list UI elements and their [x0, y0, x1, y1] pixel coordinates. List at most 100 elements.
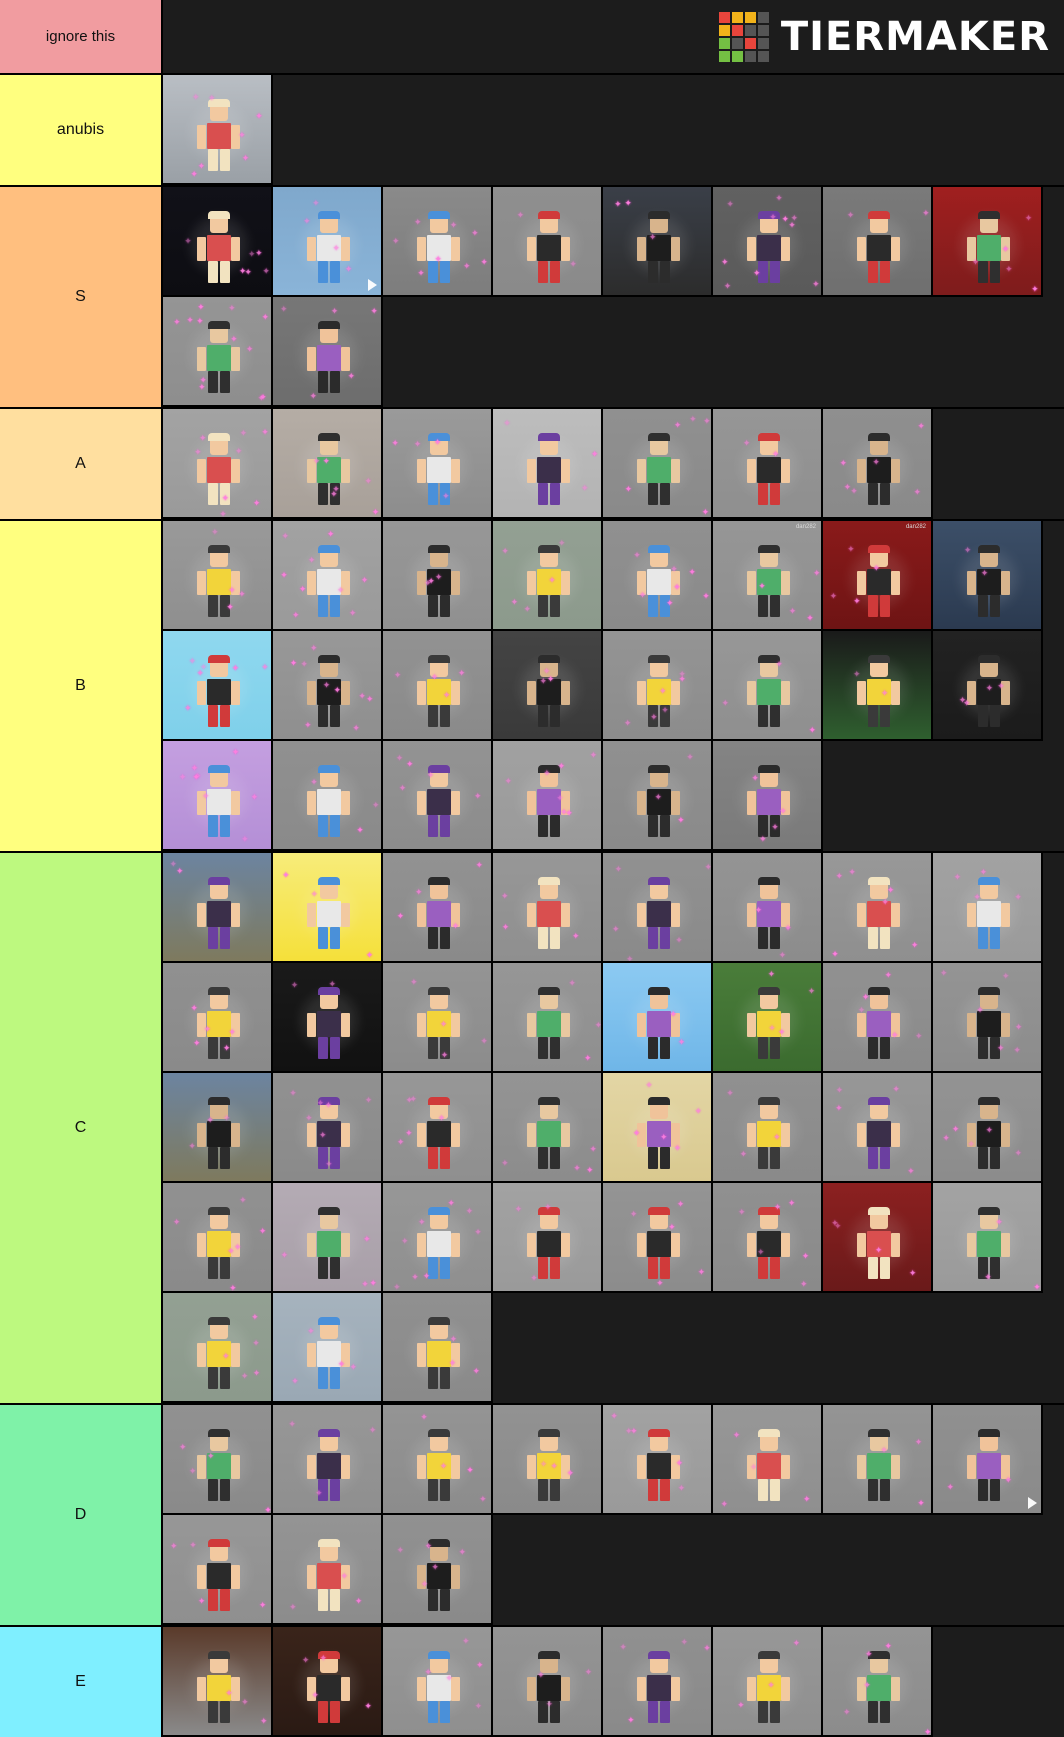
thumb-b-15[interactable]: ✦ ✦ [823, 631, 933, 741]
thumb-e-7[interactable]: ✦ ✦ ✦ ✦ ✦ [823, 1627, 933, 1737]
thumb-d-8[interactable]: ✦ ✦ [933, 1405, 1043, 1515]
thumb-c-6[interactable]: ✦ ✦ ✦ [713, 853, 823, 963]
thumb-s-2[interactable]: ✦ ✦ ✦ ✦ [273, 187, 383, 297]
thumb-c-19[interactable]: ✦ ✦ ✦ ✦ ✦ [383, 1073, 493, 1183]
play-icon[interactable] [368, 279, 377, 291]
thumb-c-24[interactable]: ✦ ✦ ✦ ✦ ✦ [933, 1073, 1043, 1183]
thumb-c-13[interactable]: ✦ ✦ [603, 963, 713, 1073]
thumb-b-5[interactable]: ✦ ✦ ✦ ✦ ✦ ✦ ✦ [603, 521, 713, 631]
thumb-c-14[interactable]: ✦ ✦ ✦ ✦ [713, 963, 823, 1073]
thumb-b-11[interactable]: ✦ ✦ ✦ ✦ [383, 631, 493, 741]
tier-label-s[interactable]: S [0, 187, 163, 407]
thumb-b-22[interactable]: ✦ ✦ ✦ ✦ [713, 741, 823, 851]
thumb-c-31[interactable]: ✦ ✦ ✦ ✦ [823, 1183, 933, 1293]
thumb-c-30[interactable]: ✦ ✦ ✦ ✦ ✦ ✦ [713, 1183, 823, 1293]
thumb-c-21[interactable]: ✦ ✦ ✦ ✦ ✦ [603, 1073, 713, 1183]
thumb-c-7[interactable]: ✦ ✦ ✦ ✦ ✦ ✦ [823, 853, 933, 963]
thumb-a-3[interactable]: ✦ ✦ ✦ ✦ [383, 409, 493, 519]
thumb-c-20[interactable]: ✦ ✦ ✦ ✦ [493, 1073, 603, 1183]
thumb-c-26[interactable]: ✦ ✦ ✦ ✦ [273, 1183, 383, 1293]
thumb-b-8[interactable]: ✦ ✦ [933, 521, 1043, 631]
thumb-c-11[interactable]: ✦ ✦ ✦ ✦ [383, 963, 493, 1073]
thumb-c-5[interactable]: ✦ ✦ ✦ ✦ ✦ [603, 853, 713, 963]
thumb-d-3[interactable]: ✦ ✦ ✦ ✦ [383, 1405, 493, 1515]
thumb-c-1[interactable]: ✦ ✦ [163, 853, 273, 963]
thumb-b-13[interactable]: ✦ ✦ ✦ ✦ ✦ ✦ [603, 631, 713, 741]
thumb-e-5[interactable]: ✦ ✦ ✦ ✦ [603, 1627, 713, 1737]
thumb-c-8[interactable]: ✦ ✦ ✦ ✦ [933, 853, 1043, 963]
tier-items-d[interactable]: ✦ ✦ ✦ ✦ ✦ ✦ ✦ ✦ ✦ ✦ ✦ ✦ ✦ ✦ ✦ ✦ ✦ ✦ ✦ ✦ ✦ ✦ ✦ ✦ ✦ ✦ ✦ ✦ ✦ ✦ ✦ ✦ ✦ ✦ ✦ ✦ ✦ ✦ ✦ ✦ [163, 1405, 1064, 1625]
thumb-b-14[interactable]: ✦ ✦ ✦ [713, 631, 823, 741]
thumb-s-8[interactable]: ✦ ✦ ✦ ✦ ✦ [933, 187, 1043, 297]
thumb-b-21[interactable]: ✦ ✦ ✦ [603, 741, 713, 851]
thumb-d-4[interactable]: ✦ ✦ ✦ [493, 1405, 603, 1515]
thumb-s-9[interactable]: ✦ ✦ ✦ ✦ ✦ ✦ ✦ ✦ ✦ ✦ ✦ ✦ [163, 297, 273, 407]
thumb-d-2[interactable]: ✦ ✦ ✦ [273, 1405, 383, 1515]
thumb-s-6[interactable]: ✦ ✦ ✦ ✦ ✦ ✦ ✦ ✦ ✦ ✦ [713, 187, 823, 297]
thumb-d-10[interactable]: ✦ ✦ ✦ [273, 1515, 383, 1625]
thumb-b-2[interactable]: ✦ ✦ ✦ ✦ ✦ ✦ ✦ ✦ ✦ [273, 521, 383, 631]
thumb-c-12[interactable]: ✦ ✦ ✦ [493, 963, 603, 1073]
thumb-s-5[interactable]: ✦ ✦ ✦ [603, 187, 713, 297]
thumb-c-27[interactable]: ✦ ✦ ✦ ✦ ✦ ✦ ✦ ✦ [383, 1183, 493, 1293]
thumb-c-35[interactable]: ✦ ✦ ✦ [383, 1293, 493, 1403]
tier-label-c[interactable]: C [0, 853, 163, 1403]
thumb-c-9[interactable]: ✦ ✦ ✦ ✦ ✦ [163, 963, 273, 1073]
thumb-d-1[interactable]: ✦ ✦ ✦ ✦ [163, 1405, 273, 1515]
thumb-c-15[interactable]: ✦ ✦ ✦ ✦ ✦ [823, 963, 933, 1073]
thumb-a-1[interactable]: ✦ ✦ ✦ ✦ ✦ ✦ ✦ ✦ [163, 409, 273, 519]
tier-label-anubis[interactable]: anubis [0, 75, 163, 185]
thumb-b-10[interactable]: ✦ ✦ ✦ ✦ ✦ ✦ ✦ ✦ ✦ [273, 631, 383, 741]
tier-label-ignore[interactable]: ignore this [0, 0, 163, 73]
tier-items-b[interactable]: ✦ ✦ ✦ ✦ ✦ ✦ ✦ ✦ ✦ ✦ ✦ ✦ ✦ ✦ ✦ ✦ ✦ ✦ ✦ ✦ ✦ ✦ ✦ ✦ ✦ ✦ ✦ ✦ ✦ ✦ ✦ ✦ dan282 ✦ ✦… [163, 521, 1064, 851]
tier-label-d[interactable]: D [0, 1405, 163, 1625]
thumb-b-12[interactable]: ✦ ✦ ✦ [493, 631, 603, 741]
thumb-d-5[interactable]: ✦ ✦ ✦ ✦ ✦ [603, 1405, 713, 1515]
thumb-d-9[interactable]: ✦ ✦ ✦ ✦ [163, 1515, 273, 1625]
thumb-b-18[interactable]: ✦ ✦ ✦ [273, 741, 383, 851]
thumb-e-3[interactable]: ✦ ✦ ✦ ✦ ✦ [383, 1627, 493, 1737]
thumb-e-2[interactable]: ✦ ✦ ✦ ✦ [273, 1627, 383, 1737]
thumb-d-7[interactable]: ✦ ✦ ✦ [823, 1405, 933, 1515]
thumb-a-7[interactable]: ✦ ✦ ✦ ✦ ✦ ✦ [823, 409, 933, 519]
tier-items-a[interactable]: ✦ ✦ ✦ ✦ ✦ ✦ ✦ ✦ ✦ ✦ ✦ ✦ ✦ ✦ ✦ ✦ ✦ ✦ ✦ ✦ ✦ ✦ ✦ ✦ ✦ ✦ ✦ ✦ ✦ ✦ ✦ ✦ ✦ ✦ [163, 409, 1064, 519]
thumb-e-4[interactable]: ✦ ✦ ✦ [493, 1627, 603, 1737]
thumb-d-11[interactable]: ✦ ✦ ✦ ✦ ✦ [383, 1515, 493, 1625]
thumb-b-9[interactable]: ✦ ✦ ✦ ✦ ✦ ✦ [163, 631, 273, 741]
tier-items-anubis[interactable]: ✦ ✦ ✦ ✦ ✦ ✦ ✦ [163, 75, 1064, 185]
thumb-c-32[interactable]: ✦ ✦ ✦ [933, 1183, 1043, 1293]
thumb-s-7[interactable]: ✦ ✦ [823, 187, 933, 297]
tier-items-e[interactable]: ✦ ✦ ✦ ✦ ✦ ✦ ✦ ✦ ✦ ✦ ✦ ✦ ✦ ✦ ✦ ✦ ✦ ✦ ✦ ✦ ✦ ✦ ✦ ✦ ✦ ✦ ✦ [163, 1627, 1064, 1737]
thumb-b-4[interactable]: ✦ ✦ ✦ ✦ ✦ [493, 521, 603, 631]
thumb-s-10[interactable]: ✦ ✦ ✦ ✦ ✦ [273, 297, 383, 407]
thumb-c-34[interactable]: ✦ ✦ ✦ ✦ [273, 1293, 383, 1403]
tier-items-c[interactable]: ✦ ✦ ✦ ✦ ✦ ✦ ✦ ✦ ✦ ✦ ✦ ✦ ✦ ✦ ✦ ✦ ✦ ✦ ✦ ✦ ✦ ✦ ✦ ✦ ✦ ✦ ✦ ✦ ✦ ✦ ✦ ✦ ✦ ✦ ✦ ✦ ✦ ✦ ✦ ✦… [163, 853, 1064, 1403]
thumb-b-7[interactable]: ✦ ✦ ✦ ✦ dan282 [823, 521, 933, 631]
thumb-c-18[interactable]: ✦ ✦ ✦ ✦ ✦ ✦ ✦ [273, 1073, 383, 1183]
thumb-a-4[interactable]: ✦ ✦ ✦ [493, 409, 603, 519]
thumb-c-29[interactable]: ✦ ✦ ✦ ✦ ✦ [603, 1183, 713, 1293]
thumb-s-4[interactable]: ✦ ✦ [493, 187, 603, 297]
play-icon[interactable] [1028, 1497, 1037, 1509]
thumb-c-4[interactable]: ✦ ✦ ✦ [493, 853, 603, 963]
thumb-e-6[interactable]: ✦ ✦ ✦ [713, 1627, 823, 1737]
thumb-b-3[interactable]: ✦ ✦ ✦ [383, 521, 493, 631]
thumb-b-19[interactable]: ✦ ✦ ✦ ✦ ✦ [383, 741, 493, 851]
thumb-a-5[interactable]: ✦ ✦ ✦ ✦ ✦ [603, 409, 713, 519]
thumb-c-22[interactable]: ✦ ✦ ✦ [713, 1073, 823, 1183]
thumb-e-1[interactable]: ✦ ✦ ✦ [163, 1627, 273, 1737]
thumb-b-17[interactable]: ✦ ✦ ✦ ✦ ✦ ✦ ✦ ✦ [163, 741, 273, 851]
thumb-c-10[interactable]: ✦ ✦ [273, 963, 383, 1073]
thumb-a-2[interactable]: ✦ ✦ ✦ ✦ ✦ ✦ [273, 409, 383, 519]
thumb-c-3[interactable]: ✦ ✦ ✦ ✦ [383, 853, 493, 963]
thumb-b-6[interactable]: ✦ ✦ ✦ ✦ dan282 [713, 521, 823, 631]
thumb-c-28[interactable]: ✦ ✦ ✦ [493, 1183, 603, 1293]
tier-label-b[interactable]: B [0, 521, 163, 851]
thumb-c-33[interactable]: ✦ ✦ ✦ ✦ ✦ [163, 1293, 273, 1403]
thumb-a-6[interactable]: ✦ ✦ [713, 409, 823, 519]
thumb-c-16[interactable]: ✦ ✦ ✦ ✦ ✦ ✦ [933, 963, 1043, 1073]
tier-label-a[interactable]: A [0, 409, 163, 519]
thumb-d-6[interactable]: ✦ ✦ ✦ ✦ [713, 1405, 823, 1515]
thumb-c-23[interactable]: ✦ ✦ ✦ ✦ [823, 1073, 933, 1183]
thumb-c-25[interactable]: ✦ ✦ ✦ ✦ ✦ ✦ [163, 1183, 273, 1293]
